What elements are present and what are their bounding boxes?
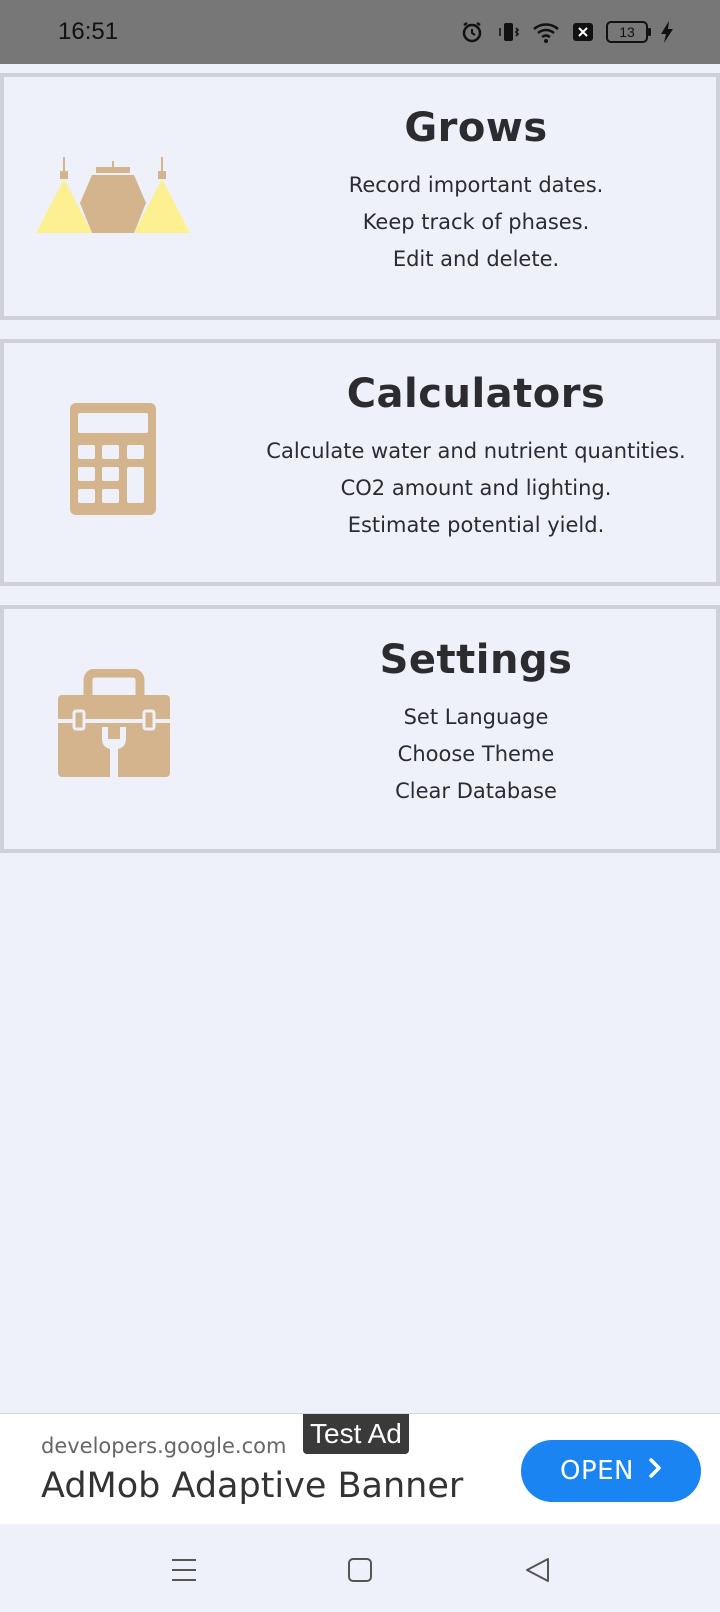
test-ad-badge: Test Ad: [303, 1414, 409, 1454]
ad-headline: AdMob Adaptive Banner: [41, 1466, 464, 1506]
card-line: Clear Database: [395, 779, 557, 803]
calculators-text: Calculators Calculate water and nutrient…: [236, 371, 716, 544]
status-bar: 16:51 13: [0, 0, 720, 64]
wifi-icon: [532, 20, 560, 44]
settings-text: Settings Set Language Choose Theme Clear…: [236, 637, 716, 810]
card-line: Edit and delete.: [392, 247, 560, 271]
home-square-icon[interactable]: [340, 1550, 380, 1590]
status-time: 16:51: [58, 18, 119, 45]
chevron-right-icon: [648, 1456, 662, 1486]
ad-open-button[interactable]: OPEN: [521, 1440, 701, 1502]
card-title: Calculators: [346, 371, 606, 417]
battery-icon: 13: [606, 21, 651, 43]
ad-banner[interactable]: Test Ad developers.google.com AdMob Adap…: [0, 1413, 720, 1525]
charging-icon: [660, 20, 674, 44]
toolbox-icon: [30, 668, 200, 799]
status-icons: 13: [460, 18, 674, 46]
system-nav-bar: [0, 1524, 720, 1612]
card-title: Settings: [379, 637, 573, 683]
alarm-icon: [460, 20, 484, 44]
card-settings[interactable]: Settings Set Language Choose Theme Clear…: [0, 605, 720, 853]
open-button-label: OPEN: [559, 1456, 635, 1486]
card-line: Set Language: [403, 705, 549, 729]
ad-domain: developers.google.com: [41, 1434, 287, 1458]
card-grows[interactable]: Grows Record important dates. Keep track…: [0, 73, 720, 320]
back-triangle-icon[interactable]: [518, 1550, 558, 1590]
card-line: CO2 amount and lighting.: [340, 476, 612, 500]
card-line: Choose Theme: [397, 742, 555, 766]
sim-off-icon: [572, 21, 594, 43]
card-line: Keep track of phases.: [362, 210, 590, 234]
grows-text: Grows Record important dates. Keep track…: [236, 105, 716, 278]
menu-icon[interactable]: [164, 1550, 204, 1590]
grow-lamps-icon: [30, 137, 200, 267]
card-line: Calculate water and nutrient quantities.: [266, 439, 686, 463]
card-title: Grows: [404, 105, 548, 151]
card-calculators[interactable]: Calculators Calculate water and nutrient…: [0, 339, 720, 586]
card-line: Estimate potential yield.: [347, 513, 605, 537]
card-line: Record important dates.: [348, 173, 604, 197]
calculator-icon: [30, 403, 200, 533]
vibrate-icon: [496, 20, 520, 44]
